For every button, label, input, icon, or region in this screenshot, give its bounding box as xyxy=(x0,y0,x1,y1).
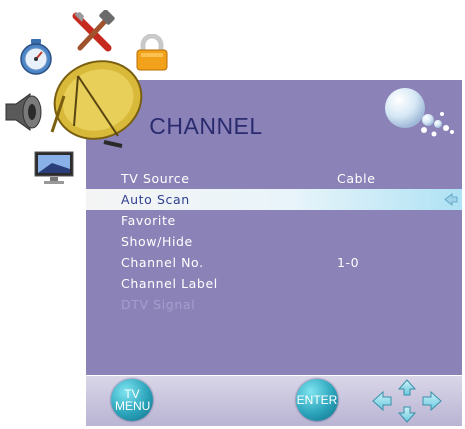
menu-item-label: DTV Signal xyxy=(121,297,196,312)
menu-item-value: 1-0 xyxy=(337,255,360,270)
menu-item-label: Auto Scan xyxy=(121,192,190,207)
tv-menu-button-label: TV MENU xyxy=(115,387,151,413)
menu-item-channel-no[interactable]: Channel No. 1-0 xyxy=(86,252,462,273)
menu-item-dtv-signal: DTV Signal xyxy=(86,294,462,315)
speaker-icon[interactable] xyxy=(2,90,46,134)
monitor-icon[interactable] xyxy=(34,151,74,185)
menu-item-label: TV Source xyxy=(121,171,190,186)
menu-item-tv-source[interactable]: TV Source Cable xyxy=(86,168,462,189)
page-title: CHANNEL xyxy=(149,113,263,139)
tv-menu-button[interactable]: TV MENU xyxy=(111,379,153,421)
enter-button[interactable]: ENTER xyxy=(296,379,338,421)
menu-item-label: Channel No. xyxy=(121,255,204,270)
menu-item-label: Show/Hide xyxy=(121,234,193,249)
menu-item-label: Favorite xyxy=(121,213,176,228)
enter-button-label: ENTER xyxy=(296,393,338,407)
nav-arrows-icon[interactable] xyxy=(370,378,444,424)
right-arrow-icon xyxy=(444,193,458,206)
menu-item-show-hide[interactable]: Show/Hide xyxy=(86,231,462,252)
menu-item-label: Channel Label xyxy=(121,276,218,291)
bubbles-icon xyxy=(385,88,454,137)
menu-item-auto-scan[interactable]: Auto Scan xyxy=(86,189,462,210)
menu-item-value: Cable xyxy=(337,171,376,186)
tools-icon[interactable] xyxy=(70,10,116,54)
channel-menu-list: TV Source Cable Auto Scan Favorite Show/… xyxy=(86,168,462,315)
menu-item-favorite[interactable]: Favorite xyxy=(86,210,462,231)
menu-item-channel-label[interactable]: Channel Label xyxy=(86,273,462,294)
